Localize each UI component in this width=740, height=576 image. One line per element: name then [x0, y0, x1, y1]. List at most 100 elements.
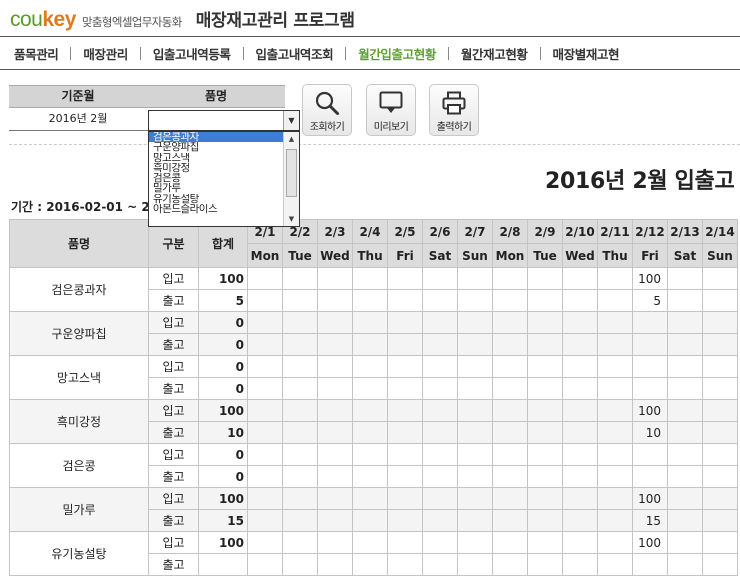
- day-in-cell[interactable]: [492, 487, 528, 510]
- day-out-cell[interactable]: [492, 377, 528, 400]
- day-out-cell[interactable]: [562, 333, 598, 356]
- day-out-cell[interactable]: [317, 421, 353, 444]
- day-in-cell[interactable]: 100: [632, 267, 668, 290]
- day-in-cell[interactable]: [282, 267, 318, 290]
- day-in-cell[interactable]: [667, 311, 703, 334]
- item-name-cell[interactable]: 검은콩: [9, 443, 149, 488]
- day-out-cell[interactable]: [317, 509, 353, 532]
- item-name-cell[interactable]: 망고스낵: [9, 355, 149, 400]
- day-in-cell[interactable]: [562, 487, 598, 510]
- day-in-cell[interactable]: [562, 399, 598, 422]
- day-out-cell[interactable]: [422, 421, 458, 444]
- day-out-cell[interactable]: [562, 465, 598, 488]
- out-total-cell[interactable]: 0: [198, 465, 248, 488]
- dropdown-option[interactable]: 검은콩과자: [149, 132, 284, 143]
- day-out-cell[interactable]: [597, 509, 633, 532]
- day-in-cell[interactable]: [387, 355, 423, 378]
- day-in-cell[interactable]: [352, 355, 388, 378]
- day-in-cell[interactable]: [457, 311, 493, 334]
- day-in-cell[interactable]: [492, 443, 528, 466]
- day-in-cell[interactable]: [702, 355, 738, 378]
- day-out-cell[interactable]: [527, 377, 563, 400]
- day-out-cell[interactable]: [667, 509, 703, 532]
- day-in-cell[interactable]: [702, 531, 738, 554]
- day-in-cell[interactable]: [422, 267, 458, 290]
- day-out-cell[interactable]: [702, 421, 738, 444]
- day-in-cell[interactable]: [597, 531, 633, 554]
- day-in-cell[interactable]: [247, 531, 283, 554]
- day-in-cell[interactable]: [387, 531, 423, 554]
- day-in-cell[interactable]: [527, 311, 563, 334]
- type-out-cell[interactable]: 출고: [148, 553, 199, 576]
- day-out-cell[interactable]: [247, 509, 283, 532]
- day-in-cell[interactable]: [247, 267, 283, 290]
- day-in-cell[interactable]: [422, 399, 458, 422]
- day-in-cell[interactable]: [667, 443, 703, 466]
- day-in-cell[interactable]: [702, 487, 738, 510]
- day-in-cell[interactable]: [422, 311, 458, 334]
- search-button[interactable]: 조회하기: [302, 84, 352, 136]
- day-in-cell[interactable]: [317, 355, 353, 378]
- type-out-cell[interactable]: 출고: [148, 509, 199, 532]
- menu-item-1[interactable]: 품목관리: [14, 44, 59, 63]
- day-in-cell[interactable]: [527, 399, 563, 422]
- day-in-cell[interactable]: [667, 267, 703, 290]
- day-out-cell[interactable]: [562, 421, 598, 444]
- day-out-cell[interactable]: [562, 289, 598, 312]
- day-in-cell[interactable]: [282, 355, 318, 378]
- day-in-cell[interactable]: [317, 487, 353, 510]
- day-in-cell[interactable]: [457, 267, 493, 290]
- day-out-cell[interactable]: [527, 465, 563, 488]
- day-out-cell[interactable]: [282, 465, 318, 488]
- day-in-cell[interactable]: [387, 399, 423, 422]
- menu-item-4[interactable]: 입출고내역조회: [256, 44, 334, 63]
- day-out-cell[interactable]: [317, 465, 353, 488]
- item-name-cell[interactable]: 유기농설탕: [9, 531, 149, 576]
- item-name-cell[interactable]: 밀가루: [9, 487, 149, 532]
- out-total-cell[interactable]: 0: [198, 377, 248, 400]
- menu-item-6[interactable]: 월간재고현황: [461, 44, 528, 63]
- day-in-cell[interactable]: [597, 487, 633, 510]
- day-out-cell[interactable]: [632, 553, 668, 576]
- day-out-cell[interactable]: [352, 509, 388, 532]
- day-in-cell[interactable]: [632, 355, 668, 378]
- day-out-cell[interactable]: [387, 377, 423, 400]
- day-in-cell[interactable]: [422, 531, 458, 554]
- day-in-cell[interactable]: 100: [632, 531, 668, 554]
- day-out-cell[interactable]: [492, 553, 528, 576]
- day-in-cell[interactable]: [282, 443, 318, 466]
- day-out-cell[interactable]: [422, 509, 458, 532]
- day-in-cell[interactable]: [562, 311, 598, 334]
- day-out-cell[interactable]: [247, 465, 283, 488]
- day-out-cell[interactable]: [527, 421, 563, 444]
- day-in-cell[interactable]: [282, 487, 318, 510]
- dropdown-option[interactable]: 흑미강정: [149, 163, 284, 173]
- day-out-cell[interactable]: [527, 333, 563, 356]
- day-out-cell[interactable]: [667, 333, 703, 356]
- day-in-cell[interactable]: [457, 487, 493, 510]
- day-out-cell[interactable]: [247, 421, 283, 444]
- day-out-cell[interactable]: [492, 465, 528, 488]
- day-in-cell[interactable]: [492, 399, 528, 422]
- out-total-cell[interactable]: 10: [198, 421, 248, 444]
- day-in-cell[interactable]: [562, 531, 598, 554]
- day-in-cell[interactable]: [387, 267, 423, 290]
- dropdown-option[interactable]: 망고스낵: [149, 153, 284, 163]
- menu-item-2[interactable]: 매장관리: [83, 44, 128, 63]
- day-out-cell[interactable]: [282, 377, 318, 400]
- day-in-cell[interactable]: [632, 311, 668, 334]
- day-in-cell[interactable]: [457, 355, 493, 378]
- day-in-cell[interactable]: [667, 531, 703, 554]
- day-in-cell[interactable]: 100: [632, 487, 668, 510]
- day-out-cell[interactable]: [387, 289, 423, 312]
- item-name-cell[interactable]: 구운양파칩: [9, 311, 149, 356]
- type-in-cell[interactable]: 입고: [148, 487, 199, 510]
- out-total-cell[interactable]: [198, 553, 248, 576]
- day-in-cell[interactable]: [247, 355, 283, 378]
- day-in-cell[interactable]: [702, 443, 738, 466]
- preview-button[interactable]: 미리보기: [366, 84, 416, 136]
- day-in-cell[interactable]: [422, 487, 458, 510]
- day-in-cell[interactable]: [457, 531, 493, 554]
- day-out-cell[interactable]: [247, 333, 283, 356]
- day-in-cell[interactable]: [667, 399, 703, 422]
